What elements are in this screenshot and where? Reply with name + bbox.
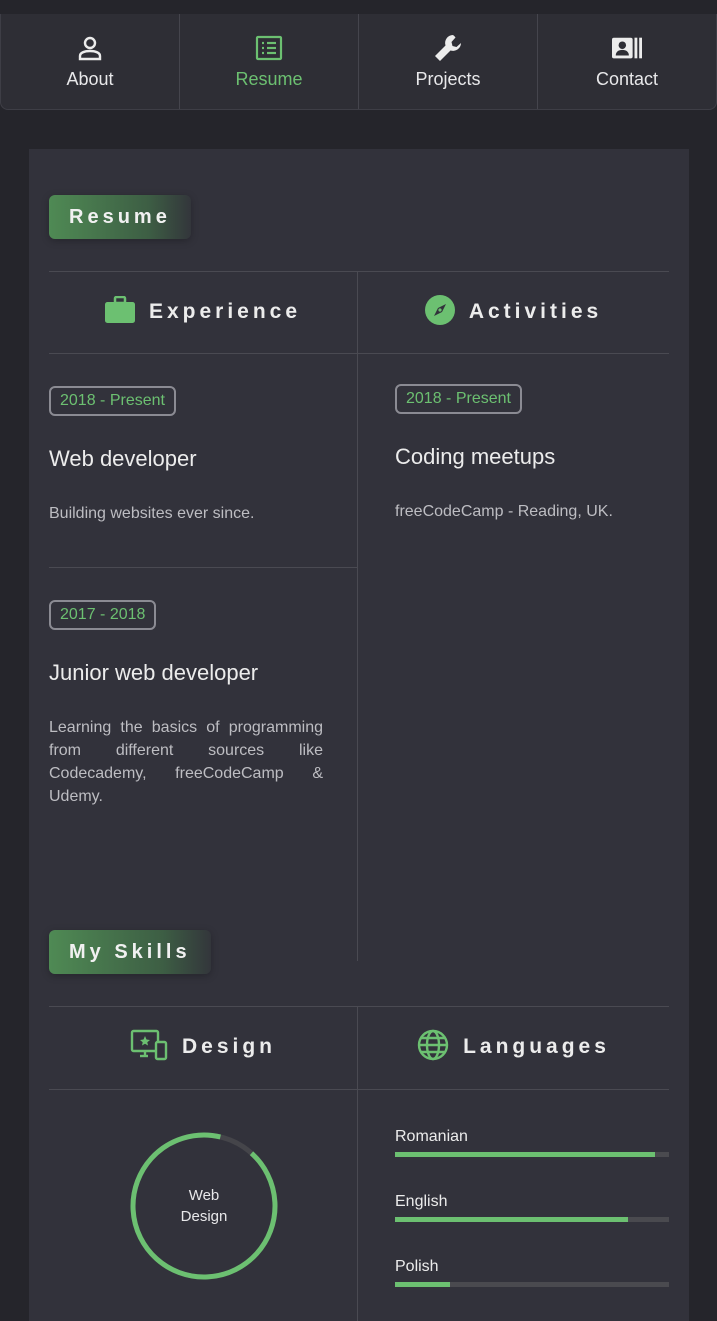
list-icon [254,33,284,63]
languages-title: Languages [463,1035,610,1058]
activities-title: Activities [468,300,603,323]
entry-title: Junior web developer [49,660,259,685]
resume-card: Resume Experience Activities 2018 - Pres… [29,149,689,1321]
skill-ring: Web Design [129,1131,279,1281]
experience-entry: 2018 - Present Web developer Building we… [49,386,323,525]
entry-title: Coding meetups [395,444,556,469]
devices-icon [130,1029,168,1066]
language-bar [395,1217,669,1222]
design-title: Design [181,1035,276,1058]
nav-label-projects: Projects [415,69,481,89]
entry-title: Web developer [49,446,197,471]
experience-title: Experience [148,300,302,323]
skills-section-title: My Skills [49,930,211,974]
design-heading: Design [49,1006,357,1088]
nav-item-contact[interactable]: Contact [538,14,716,109]
entry-description: Building websites ever since. [49,505,255,522]
divider [49,353,669,354]
activity-entry: 2018 - Present Coding meetups freeCodeCa… [395,384,669,523]
language-bar-fill [395,1282,450,1287]
language-bar-fill [395,1152,656,1157]
ring-label-line2: Design [180,1208,228,1225]
nav-item-projects[interactable]: Projects [359,14,538,109]
nav-item-resume[interactable]: Resume [180,14,359,109]
user-icon [75,33,105,63]
divider [49,567,357,568]
language-bar-fill [395,1217,628,1222]
nav-label-contact: Contact [595,69,659,89]
wrench-icon [433,33,463,63]
language-item: English [395,1193,669,1222]
language-item: Polish [395,1258,669,1287]
date-badge: 2018 - Present [395,384,522,414]
date-badge: 2018 - Present [49,386,176,416]
language-bar [395,1152,669,1157]
status-strip [0,0,717,14]
entry-description: Learning the basics of programming from … [49,719,323,805]
language-name: Romanian [395,1128,468,1145]
entry-description: freeCodeCamp - Reading, UK. [395,503,613,520]
nav-item-about[interactable]: About [1,14,180,109]
activities-heading: Activities [358,271,669,353]
nav-label-resume: Resume [235,69,303,89]
nav-label-about: About [66,69,114,89]
contact-card-icon [612,33,642,63]
column-divider [357,271,358,961]
language-name: English [395,1193,448,1210]
divider [49,1089,669,1090]
experience-entry: 2017 - 2018 Junior web developer Learnin… [49,600,323,808]
main-nav: About Resume Projects Contact [0,14,717,110]
language-item: Romanian [395,1128,669,1157]
language-name: Polish [395,1258,439,1275]
skills-section-title-text: My Skills [69,940,191,963]
compass-icon [424,294,455,330]
language-bar [395,1282,669,1287]
experience-heading: Experience [49,271,357,353]
resume-section-title-text: Resume [69,205,171,228]
ring-label-line1: Web [188,1187,220,1204]
date-badge: 2017 - 2018 [49,600,157,630]
languages-heading: Languages [358,1006,669,1088]
globe-icon [417,1029,449,1066]
ring-label: Web Design [129,1131,279,1281]
resume-section-title: Resume [49,195,191,239]
briefcase-icon [104,295,135,329]
